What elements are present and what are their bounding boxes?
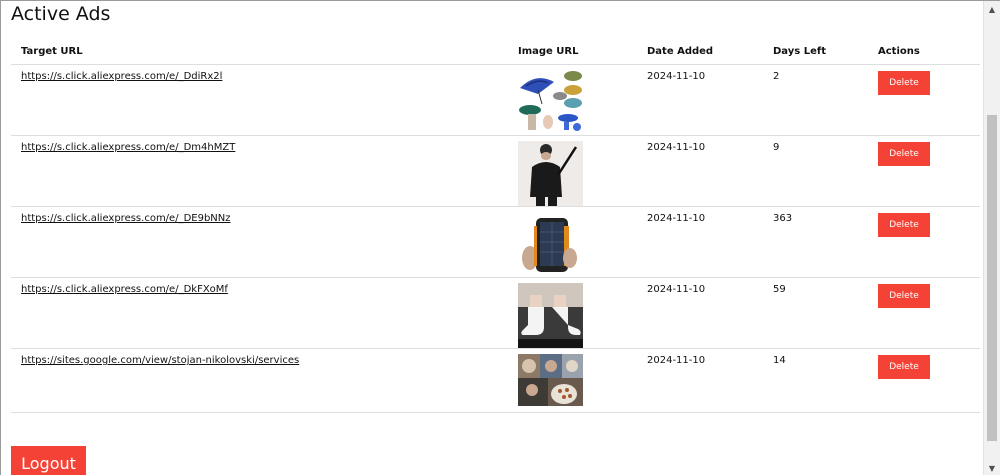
delete-button[interactable]: Delete [878,355,930,379]
date-added-cell: 2024-11-10 [637,206,763,278]
page-title: Active Ads [11,3,111,25]
header-actions: Actions [868,39,980,65]
target-url-link[interactable]: https://s.click.aliexpress.com/e/_DdiRx2… [21,71,222,82]
target-url-link[interactable]: https://sites.google.com/view/stojan-nik… [21,355,299,366]
days-left-cell: 9 [763,135,868,207]
table-row: https://s.click.aliexpress.com/e/_DdiRx2… [11,64,980,136]
table-row: https://s.click.aliexpress.com/e/_DkFXoM… [11,277,980,349]
days-left-cell: 14 [763,348,868,413]
date-added-cell: 2024-11-10 [637,348,763,413]
days-left-cell: 363 [763,206,868,278]
vertical-scrollbar[interactable]: ▲ ▼ [983,1,1000,475]
date-added-cell: 2024-11-10 [637,64,763,136]
solar-power-bank-product-image [518,212,583,277]
header-date-added: Date Added [637,39,763,65]
header-target-url: Target URL [11,39,508,65]
table-header-row: Target URL Image URL Date Added Days Lef… [11,39,980,65]
table-row: https://s.click.aliexpress.com/e/_DE9bNN… [11,206,980,278]
date-added-cell: 2024-11-10 [637,135,763,207]
delete-button[interactable]: Delete [878,142,930,166]
table-row: https://sites.google.com/view/stojan-nik… [11,348,980,413]
scroll-up-arrow-icon[interactable]: ▲ [984,1,1000,17]
page: Active Ads Target URL Image URL Date Add… [0,0,1000,475]
days-left-cell: 2 [763,64,868,136]
header-days-left: Days Left [763,39,868,65]
table-row: https://s.click.aliexpress.com/e/_Dm4hMZ… [11,135,980,207]
header-image-url: Image URL [508,39,637,65]
person-with-umbrella-product-image [518,141,583,206]
active-ads-table: Target URL Image URL Date Added Days Lef… [11,39,980,413]
target-url-link[interactable]: https://s.click.aliexpress.com/e/_Dm4hMZ… [21,142,235,153]
delete-button[interactable]: Delete [878,213,930,237]
scrollbar-thumb[interactable] [987,115,997,441]
delete-button[interactable]: Delete [878,284,930,308]
collage-image [518,354,583,406]
target-url-link[interactable]: https://s.click.aliexpress.com/e/_DE9bNN… [21,213,231,224]
umbrella-hat-product-image [518,70,583,135]
target-url-link[interactable]: https://s.click.aliexpress.com/e/_DkFXoM… [21,284,228,295]
date-added-cell: 2024-11-10 [637,277,763,349]
logout-button[interactable]: Logout [11,446,86,475]
white-socks-product-image [518,283,583,348]
delete-button[interactable]: Delete [878,71,930,95]
scroll-down-arrow-icon[interactable]: ▼ [984,460,1000,475]
days-left-cell: 59 [763,277,868,349]
